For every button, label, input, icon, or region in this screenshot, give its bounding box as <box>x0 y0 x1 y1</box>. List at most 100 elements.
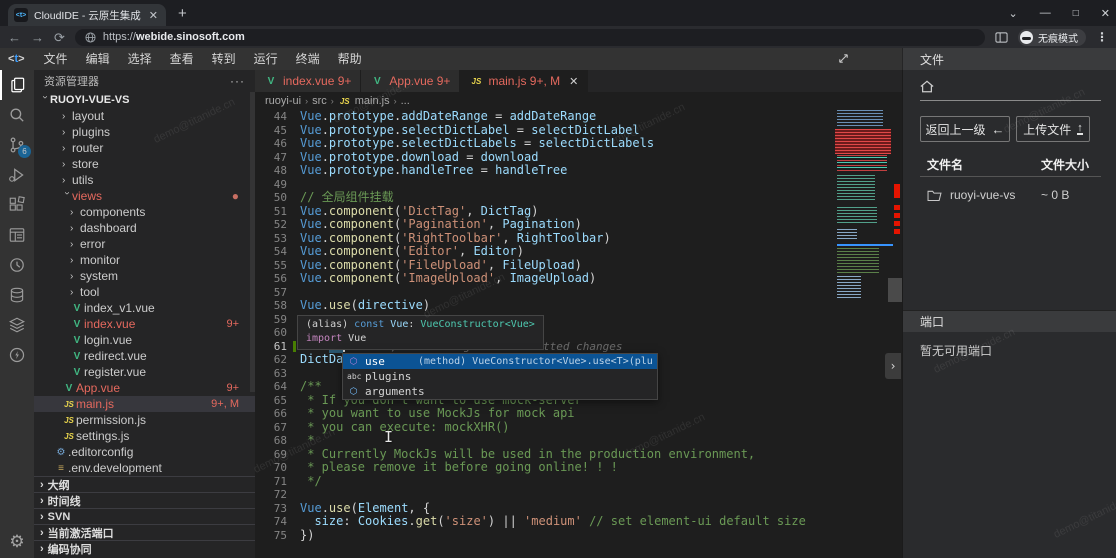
chevron-icon: › <box>62 175 72 186</box>
tree-item-monitor[interactable]: ›monitor <box>34 252 255 268</box>
sidebar-section-大纲[interactable]: ›大纲 <box>34 476 255 492</box>
tree-item-settings.js[interactable]: JSsettings.js <box>34 428 255 444</box>
menu-item-文件[interactable]: 文件 <box>35 52 77 66</box>
file-row[interactable]: ruoyi-vue-vs ~ 0 B <box>927 188 1101 202</box>
tree-item-main.js[interactable]: JSmain.js9+, M <box>34 396 255 412</box>
problems-badge: 9+ <box>226 318 239 330</box>
database-icon[interactable] <box>0 280 34 310</box>
layers-icon[interactable] <box>0 310 34 340</box>
reload-icon[interactable]: ⟳ <box>54 31 65 44</box>
tree-item-index.vue[interactable]: Vindex.vue9+ <box>34 316 255 332</box>
sidebar-section-当前激活端口[interactable]: ›当前激活端口 <box>34 524 255 540</box>
panel-toggle-chevron[interactable]: › <box>885 353 901 379</box>
menu-item-选择[interactable]: 选择 <box>119 52 161 66</box>
tree-item-redirect.vue[interactable]: Vredirect.vue <box>34 348 255 364</box>
go-up-button[interactable]: 返回上一级 ← <box>920 116 1010 142</box>
minimap-block <box>837 244 893 246</box>
code-editor[interactable]: 44Vue.prototype.addDateRange = addDateRa… <box>255 110 902 558</box>
breadcrumb[interactable]: ruoyi-ui›src›JSmain.js›... <box>255 92 902 110</box>
overview-ruler[interactable] <box>893 110 902 558</box>
menu-item-运行[interactable]: 运行 <box>245 52 287 66</box>
suggest-item-use[interactable]: ⬡use(method) VueConstructor<Vue>.use<T>(… <box>343 354 657 369</box>
sidebar-section-编码协同[interactable]: ›编码协同 <box>34 540 255 556</box>
settings-gear-icon[interactable]: ⚙ <box>0 532 34 552</box>
sidebar-section-时间线[interactable]: ›时间线 <box>34 492 255 508</box>
minimap-block <box>837 110 883 128</box>
explorer-icon[interactable] <box>0 70 34 100</box>
close-icon[interactable]: ✕ <box>1101 7 1110 20</box>
browser-tab-strip: <t> CloudIDE - 云原生集成开发环境 ✕ + ⌄ — □ ✕ <box>0 0 1116 26</box>
tab-close-icon[interactable]: ✕ <box>147 9 160 22</box>
breadcrumb-item[interactable]: src <box>312 95 327 107</box>
address-bar[interactable]: https://webide.sinosoft.com <box>75 29 985 46</box>
menu-item-编辑[interactable]: 编辑 <box>77 52 119 66</box>
source-control-icon[interactable]: 6 <box>0 130 34 160</box>
menu-item-帮助[interactable]: 帮助 <box>329 52 371 66</box>
tree-item-permission.js[interactable]: JSpermission.js <box>34 412 255 428</box>
suggest-label: arguments <box>365 385 425 398</box>
gutter <box>287 124 300 138</box>
explorer-more-icon[interactable]: ··· <box>230 74 245 88</box>
gutter <box>287 164 300 178</box>
tree-item-tool[interactable]: ›tool <box>34 284 255 300</box>
suggest-item-arguments[interactable]: ⬡arguments <box>343 384 657 399</box>
tree-item-system[interactable]: ›system <box>34 268 255 284</box>
line-number: 75 <box>255 529 287 543</box>
tree-item-.env.development[interactable]: ≡.env.development <box>34 460 255 476</box>
error-mark <box>894 184 900 198</box>
chrome-menu-chevron-icon[interactable]: ⌄ <box>1009 7 1018 20</box>
home-icon[interactable] <box>920 80 934 93</box>
report-preview-icon[interactable] <box>0 220 34 250</box>
tree-item-App.vue[interactable]: VApp.vue9+ <box>34 380 255 396</box>
upload-file-button[interactable]: 上传文件 ↑ <box>1016 116 1090 142</box>
new-tab-button[interactable]: + <box>178 5 187 22</box>
suggest-item-plugins[interactable]: abcplugins <box>343 369 657 384</box>
code-line-47: 47Vue.prototype.download = download <box>255 151 902 165</box>
tree-item-store[interactable]: ›store <box>34 156 255 172</box>
tree-item-layout[interactable]: ›layout <box>34 108 255 124</box>
timeline-history-icon[interactable] <box>0 250 34 280</box>
tree-item-.editorconfig[interactable]: ⚙.editorconfig <box>34 444 255 460</box>
run-debug-icon[interactable] <box>0 160 34 190</box>
tree-item-index_v1.vue[interactable]: Vindex_v1.vue <box>34 300 255 316</box>
forward-icon[interactable]: → <box>31 31 44 44</box>
scrollbar-thumb[interactable] <box>888 278 902 302</box>
tree-item-plugins[interactable]: ›plugins <box>34 124 255 140</box>
tree-item-router[interactable]: ›router <box>34 140 255 156</box>
search-icon[interactable] <box>0 100 34 130</box>
tree-item-components[interactable]: ›components <box>34 204 255 220</box>
tree-item-register.vue[interactable]: Vregister.vue <box>34 364 255 380</box>
breadcrumb-item[interactable]: ... <box>401 95 410 107</box>
toggle-fullscreen-icon[interactable] <box>837 52 850 65</box>
power-tools-icon[interactable] <box>0 340 34 370</box>
editor-tab-main.js[interactable]: JSmain.js 9+, M✕ <box>460 70 588 92</box>
editor-tab-App.vue[interactable]: VApp.vue 9+ <box>361 70 460 92</box>
tree-item-label: layout <box>72 109 104 123</box>
breadcrumb-item[interactable]: ruoyi-ui <box>265 95 301 107</box>
tree-item-utils[interactable]: ›utils <box>34 172 255 188</box>
extensions-icon[interactable] <box>0 190 34 220</box>
code-line-69: 69 * Currently MockJs will be used in th… <box>255 448 902 462</box>
menu-item-转到[interactable]: 转到 <box>203 52 245 66</box>
folder-icon <box>927 189 942 201</box>
side-panel-icon[interactable] <box>995 31 1008 44</box>
minimap[interactable] <box>835 110 891 558</box>
tab-close-icon[interactable]: ✕ <box>569 75 578 88</box>
tree-item-dashboard[interactable]: ›dashboard <box>34 220 255 236</box>
ports-section-header[interactable]: 端口 <box>903 310 1116 332</box>
back-icon[interactable]: ← <box>8 31 21 44</box>
change-indicator <box>293 341 296 353</box>
browser-more-icon[interactable]: ⋮ <box>1096 30 1108 44</box>
tree-item-views[interactable]: ›views● <box>34 188 255 204</box>
tree-item-login.vue[interactable]: Vlogin.vue <box>34 332 255 348</box>
breadcrumb-item[interactable]: main.js <box>355 95 390 107</box>
tree-item-error[interactable]: ›error <box>34 236 255 252</box>
minimize-icon[interactable]: — <box>1040 7 1051 19</box>
sidebar-section-SVN[interactable]: ›SVN <box>34 508 255 524</box>
menu-item-查看[interactable]: 查看 <box>161 52 203 66</box>
browser-tab[interactable]: <t> CloudIDE - 云原生集成开发环境 ✕ <box>8 4 166 26</box>
editor-tab-index.vue[interactable]: Vindex.vue 9+ <box>255 70 361 92</box>
maximize-icon[interactable]: □ <box>1073 8 1079 19</box>
menu-item-终端[interactable]: 终端 <box>287 52 329 66</box>
tree-root[interactable]: ›RUOYI-VUE-VS <box>34 92 255 108</box>
